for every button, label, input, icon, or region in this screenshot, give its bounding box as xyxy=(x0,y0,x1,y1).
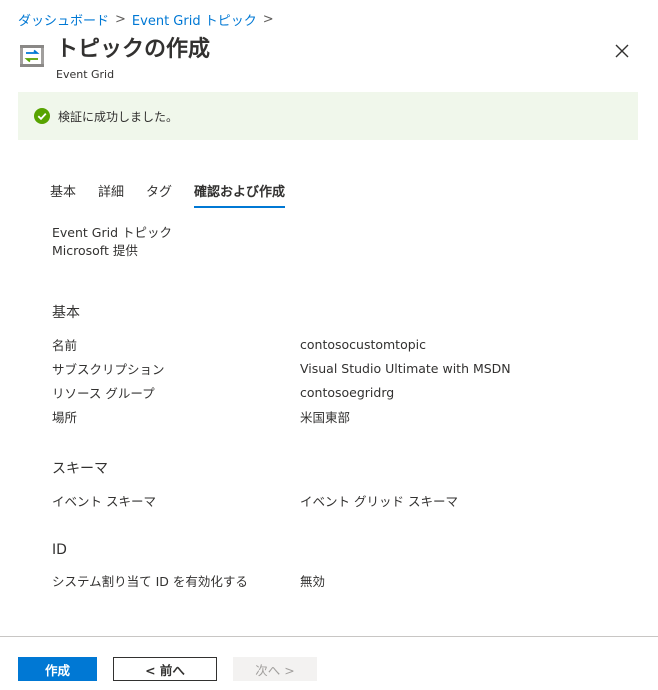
page-header: トピックの作成 Event Grid xyxy=(18,36,210,81)
row-label: サブスクリプション xyxy=(52,361,165,377)
summary-row: リソース グループ contosoegridrg xyxy=(52,380,622,404)
row-value: Visual Studio Ultimate with MSDN xyxy=(300,360,511,376)
section-title-schema: スキーマ xyxy=(52,461,108,477)
tab-review-create[interactable]: 確認および作成 xyxy=(194,181,286,208)
tab-basics[interactable]: 基本 xyxy=(50,181,76,206)
row-label: 場所 xyxy=(52,409,78,425)
product-name: Event Grid トピック xyxy=(52,225,172,240)
validation-banner: 検証に成功しました。 xyxy=(18,92,638,140)
wizard-tabs: 基本 詳細 タグ 確認および作成 xyxy=(50,181,286,208)
summary-row: 場所 米国東部 xyxy=(52,404,622,428)
review-summary: Event Grid トピック Microsoft 提供 基本 名前 conto… xyxy=(52,224,622,592)
tab-advanced[interactable]: 詳細 xyxy=(98,181,124,206)
row-label: システム割り当て ID を有効化する xyxy=(52,573,248,589)
row-label: イベント スキーマ xyxy=(52,493,156,509)
summary-row: イベント スキーマ イベント グリッド スキーマ xyxy=(52,488,622,512)
row-label: 名前 xyxy=(52,337,78,353)
row-value: イベント グリッド スキーマ xyxy=(300,493,458,509)
create-topic-page: ダッシュボード > Event Grid トピック > トピックの作成 Even… xyxy=(0,0,658,690)
next-button[interactable]: 次へ > xyxy=(233,657,317,681)
page-subtitle: Event Grid xyxy=(56,68,115,81)
validation-message: 検証に成功しました。 xyxy=(58,109,179,124)
product-provider: Microsoft 提供 xyxy=(52,243,138,258)
section-title-identity: ID xyxy=(52,542,67,558)
summary-row: システム割り当て ID を有効化する 無効 xyxy=(52,568,622,592)
breadcrumb-separator: > xyxy=(262,12,274,27)
breadcrumb-separator: > xyxy=(115,12,126,27)
row-value: 無効 xyxy=(300,573,326,589)
tab-tags[interactable]: タグ xyxy=(146,181,172,206)
summary-row: 名前 contosocustomtopic xyxy=(52,332,622,356)
row-value: contosocustomtopic xyxy=(300,336,427,352)
check-circle-icon xyxy=(34,108,50,124)
close-icon[interactable] xyxy=(612,41,632,61)
row-value: contosoegridrg xyxy=(300,384,395,400)
row-label: リソース グループ xyxy=(52,385,155,401)
previous-button[interactable]: < 前へ xyxy=(113,657,217,681)
page-title: トピックの作成 xyxy=(56,37,211,62)
row-value: 米国東部 xyxy=(300,409,351,425)
create-button[interactable]: 作成 xyxy=(18,657,97,681)
summary-row: サブスクリプション Visual Studio Ultimate with MS… xyxy=(52,356,622,380)
breadcrumb: ダッシュボード > Event Grid トピック > xyxy=(18,10,274,29)
section-title-basics: 基本 xyxy=(52,305,80,321)
breadcrumb-dashboard-link[interactable]: ダッシュボード xyxy=(18,10,109,29)
event-grid-topic-icon xyxy=(20,45,44,67)
breadcrumb-event-grid-topics-link[interactable]: Event Grid トピック xyxy=(132,10,257,29)
footer-divider xyxy=(0,636,658,637)
